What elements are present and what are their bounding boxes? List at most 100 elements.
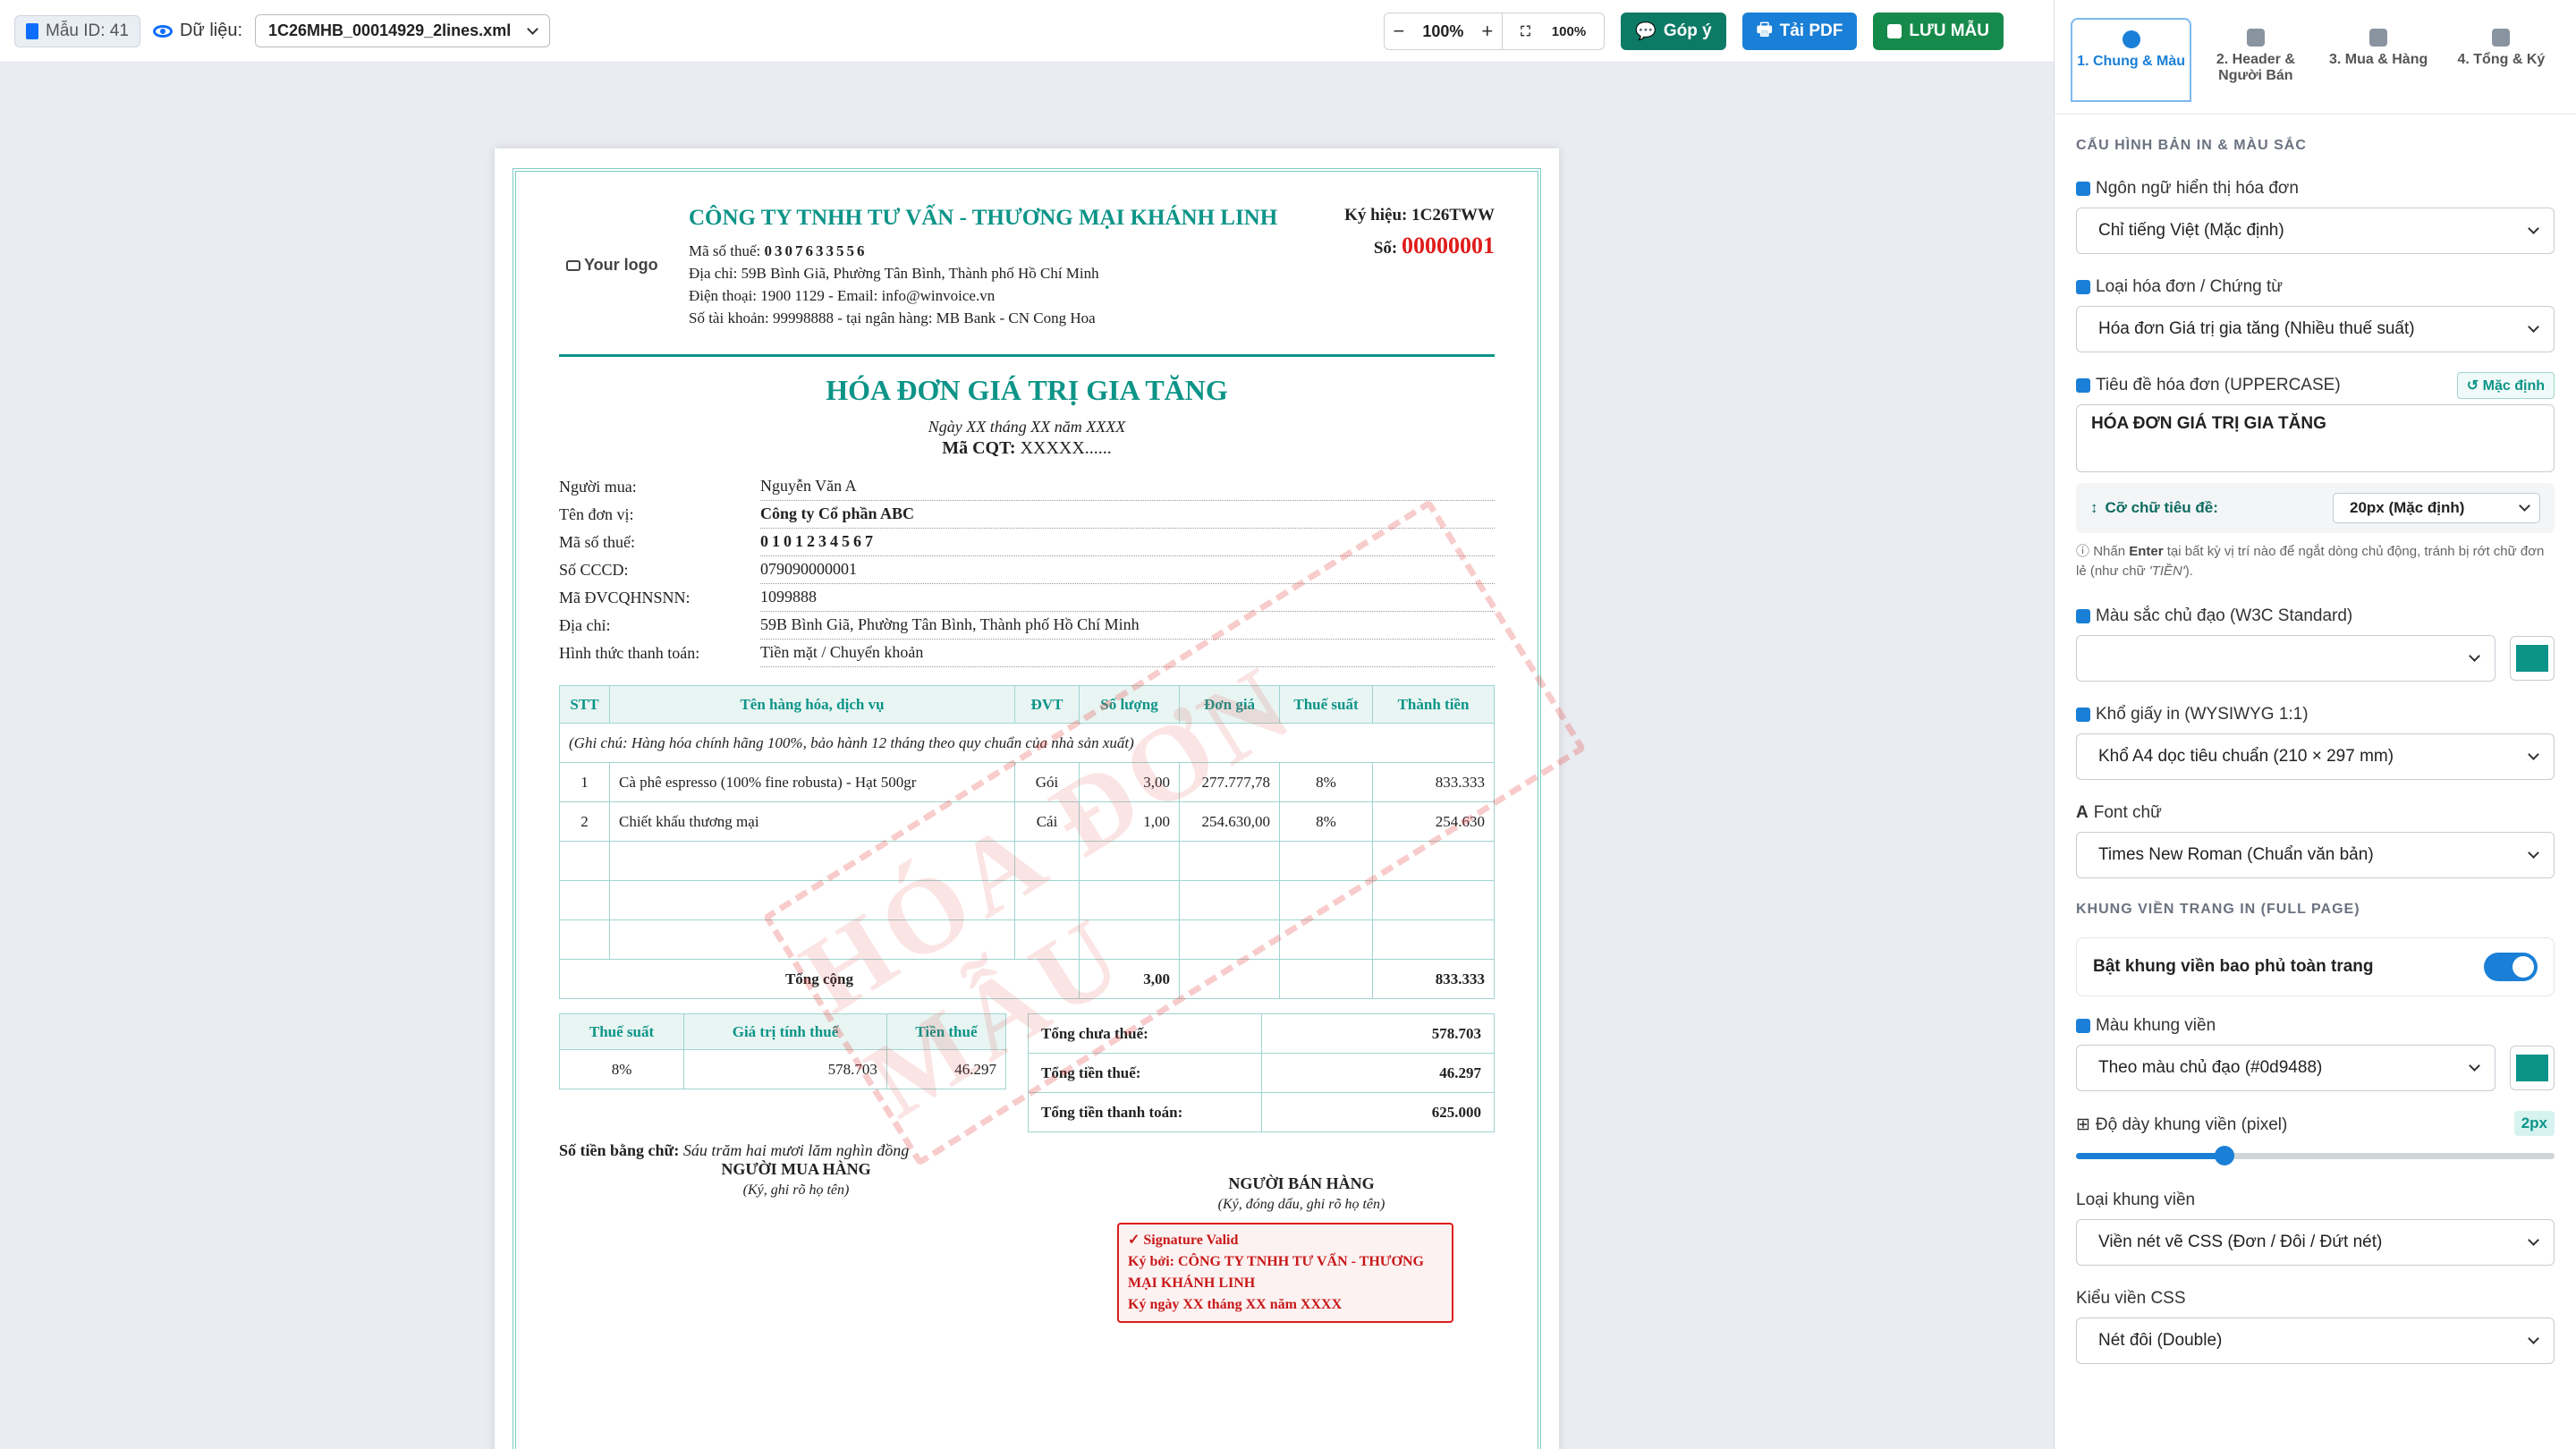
- settings-panel: 1. Chung & Màu 2. Header & Người Bán 3. …: [2054, 0, 2576, 1449]
- main-color-picker[interactable]: [2510, 636, 2555, 681]
- title-label-text: Tiêu đề hóa đơn (UPPERCASE): [2096, 376, 2341, 394]
- item-cell: 1: [559, 762, 610, 802]
- tab-header-seller[interactable]: 2. Header & Người Bán: [2197, 18, 2314, 114]
- summary-label: Tổng tiền thuế:: [1028, 1053, 1262, 1093]
- chevron-down-icon: [2528, 749, 2539, 760]
- undo-icon: ↺: [2466, 378, 2479, 394]
- empty-cell: [559, 841, 610, 881]
- summary-table: Tổng chưa thuế: 578.703 Tổng tiền thuế: 46.…: [1028, 1013, 1495, 1132]
- heading-icon: [2076, 378, 2090, 393]
- items-note-row: (Ghi chú: Hàng hóa chính hãng 100%, bảo …: [559, 723, 1495, 763]
- save-icon: [1887, 24, 1902, 38]
- main-color-select[interactable]: [2076, 635, 2496, 682]
- reset-default-button[interactable]: ↺ Mặc định: [2456, 372, 2555, 399]
- font-select[interactable]: Times New Roman (Chuẩn văn bản): [2076, 832, 2555, 878]
- symbol-label: Ký hiệu:: [1344, 206, 1408, 225]
- border-color-select[interactable]: Theo màu chủ đạo (#0d9488): [2076, 1045, 2496, 1091]
- download-pdf-button[interactable]: 🖶 Tải PDF: [1741, 13, 1858, 50]
- items-column-header: Số lượng: [1079, 685, 1180, 724]
- paper-size-label-text: Khổ giấy in (WYSIWYG 1:1): [2096, 705, 2309, 724]
- seller-tax-code: 0307633556: [764, 242, 868, 259]
- expand-icon: ⛶: [1521, 23, 1530, 39]
- buyer-info: Người mua: Nguyễn Văn A Tên đơn vị: Công ty…: [559, 473, 1495, 667]
- font-icon: A: [2076, 803, 2089, 822]
- invoice-type-label-text: Loại hóa đơn / Chứng từ: [2096, 277, 2284, 296]
- cqt-label: Mã CQT:: [942, 438, 1016, 458]
- buyer-row: Hình thức thanh toán: Tiền mặt / Chuyển k…: [559, 640, 1495, 667]
- settings-body: CẤU HÌNH BẢN IN & MÀU SẮC Ngôn ngữ hiển …: [2055, 114, 2576, 1364]
- buyer-row: Địa chỉ: 59B Bình Giã, Phường Tân Bình, T…: [559, 612, 1495, 640]
- border-type-select[interactable]: Viền nét vẽ CSS (Đơn / Đôi / Đứt nét): [2076, 1219, 2555, 1266]
- paper-size-select[interactable]: Khổ A4 dọc tiêu chuẩn (210 × 297 mm): [2076, 733, 2555, 780]
- item-cell: 833.333: [1372, 762, 1495, 802]
- items-total-row: Tổng cộng 3,00 833.333: [559, 959, 1495, 999]
- item-cell: 277.777,78: [1179, 762, 1280, 802]
- save-template-button[interactable]: LƯU MẪU: [1873, 13, 2004, 50]
- invoice-type-select[interactable]: Hóa đơn Giá trị gia tăng (Nhiều thuế suấ…: [2076, 306, 2555, 352]
- data-file-select[interactable]: 1C26MHB_00014929_2lines.xml: [255, 14, 551, 47]
- section-print-heading: CẤU HÌNH BẢN IN & MÀU SẮC: [2076, 138, 2307, 153]
- print-icon: 🖶: [1756, 21, 1773, 39]
- title-textarea[interactable]: HÓA ĐƠN GIÁ TRỊ GIA TĂNG: [2076, 404, 2555, 472]
- title-font-size-label: ↕ Cỡ chữ tiêu đề:: [2090, 499, 2218, 517]
- words-label: Số tiền bằng chữ:: [559, 1141, 680, 1159]
- buyer-row-value: Nguyễn Văn A: [760, 477, 1495, 501]
- vat-cell: 578.703: [683, 1049, 887, 1089]
- info-icon: ⓘ: [2076, 544, 2090, 559]
- buyer-row: Tên đơn vị: Công ty Cổ phần ABC: [559, 501, 1495, 529]
- buyer-row-label: Số CCCD:: [559, 561, 629, 579]
- border-color-field: Màu khung viền Theo màu chủ đạo (#0d9488…: [2076, 1016, 2555, 1091]
- seller-tax-line: Mã số thuế: 0307633556: [689, 240, 1297, 262]
- empty-cell: [1179, 919, 1280, 960]
- item-cell: Chiết khấu thương mại: [609, 801, 1015, 842]
- tab-buyer-items[interactable]: 3. Mua & Hàng: [2320, 18, 2437, 114]
- document-icon: [2076, 280, 2090, 294]
- hint-end: ).: [2184, 564, 2193, 579]
- language-select[interactable]: Chỉ tiếng Việt (Mặc định): [2076, 208, 2555, 254]
- tab-label: 1. Chung & Màu: [2077, 54, 2186, 69]
- vat-table: Thuế suất Giá trị tính thuế Tiền thuế 8% 57…: [558, 1013, 1007, 1089]
- buyer-row: Người mua: Nguyễn Văn A: [559, 473, 1495, 501]
- empty-cell: [1279, 959, 1373, 999]
- file-icon: [26, 22, 38, 39]
- empty-cell: [1079, 919, 1180, 960]
- empty-cell: [1179, 841, 1280, 881]
- slider-thumb[interactable]: [2214, 1146, 2234, 1165]
- buyer-row-label: Địa chỉ:: [559, 616, 611, 634]
- invoice-symbol-block: Ký hiệu: 1C26TWW Số: 00000001: [1344, 206, 1495, 259]
- items-column-header: Thành tiền: [1372, 685, 1495, 724]
- paper-size-label: Khổ giấy in (WYSIWYG 1:1): [2076, 705, 2555, 724]
- tab-totals-sign[interactable]: 4. Tổng & Ký: [2443, 18, 2560, 114]
- border-color-label: Màu khung viền: [2076, 1016, 2555, 1036]
- border-toggle-switch[interactable]: [2484, 953, 2538, 981]
- zoom-fit-button[interactable]: ⛶ 100%: [1502, 13, 1604, 49]
- zoom-in-button[interactable]: +: [1472, 13, 1502, 49]
- words-value: Sáu trăm hai mươi lăm nghìn đồng: [682, 1141, 910, 1159]
- data-label-text: Dữ liệu:: [179, 21, 243, 40]
- line-break-hint: ⓘ Nhấn Enter tại bất kỳ vị trí nào để ng…: [2076, 542, 2555, 581]
- feedback-label: Góp ý: [1663, 21, 1712, 40]
- title-font-size-select[interactable]: 20px (Mặc định): [2333, 493, 2540, 523]
- items-column-header: ĐVT: [1014, 685, 1080, 724]
- main-color-swatch: [2516, 645, 2548, 672]
- summary-value: 46.297: [1260, 1053, 1495, 1093]
- border-type-value: Viền nét vẽ CSS (Đơn / Đôi / Đứt nét): [2098, 1233, 2383, 1251]
- css-style-select[interactable]: Nét đôi (Double): [2076, 1318, 2555, 1364]
- paper-size-value: Khổ A4 dọc tiêu chuẩn (210 × 297 mm): [2098, 747, 2394, 766]
- border-toggle-label: Bật khung viền bao phủ toàn trang: [2093, 957, 2374, 976]
- totals-area: Thuế suất Giá trị tính thuế Tiền thuế 8% 57…: [558, 1013, 1495, 1132]
- building-icon: [2246, 29, 2265, 47]
- tab-label: 3. Mua & Hàng: [2329, 52, 2428, 67]
- border-color-picker[interactable]: [2510, 1046, 2555, 1090]
- language-label: Ngôn ngữ hiển thị hóa đơn: [2076, 179, 2555, 199]
- feedback-button[interactable]: 💬 Góp ý: [1621, 13, 1726, 50]
- zoom-out-button[interactable]: −: [1385, 13, 1414, 49]
- language-icon: [2076, 182, 2090, 196]
- empty-cell: [1079, 841, 1180, 881]
- invoice-content: Your logo CÔNG TY TNHH TƯ VẤN - THƯƠNG M…: [558, 184, 1495, 1339]
- tab-general-color[interactable]: 1. Chung & Màu: [2071, 18, 2192, 102]
- invoice-number-line: Số: 00000001: [1344, 233, 1495, 259]
- items-column-header: Thuế suất: [1279, 685, 1373, 724]
- empty-cell: [1372, 880, 1495, 920]
- thickness-slider[interactable]: [2076, 1144, 2555, 1167]
